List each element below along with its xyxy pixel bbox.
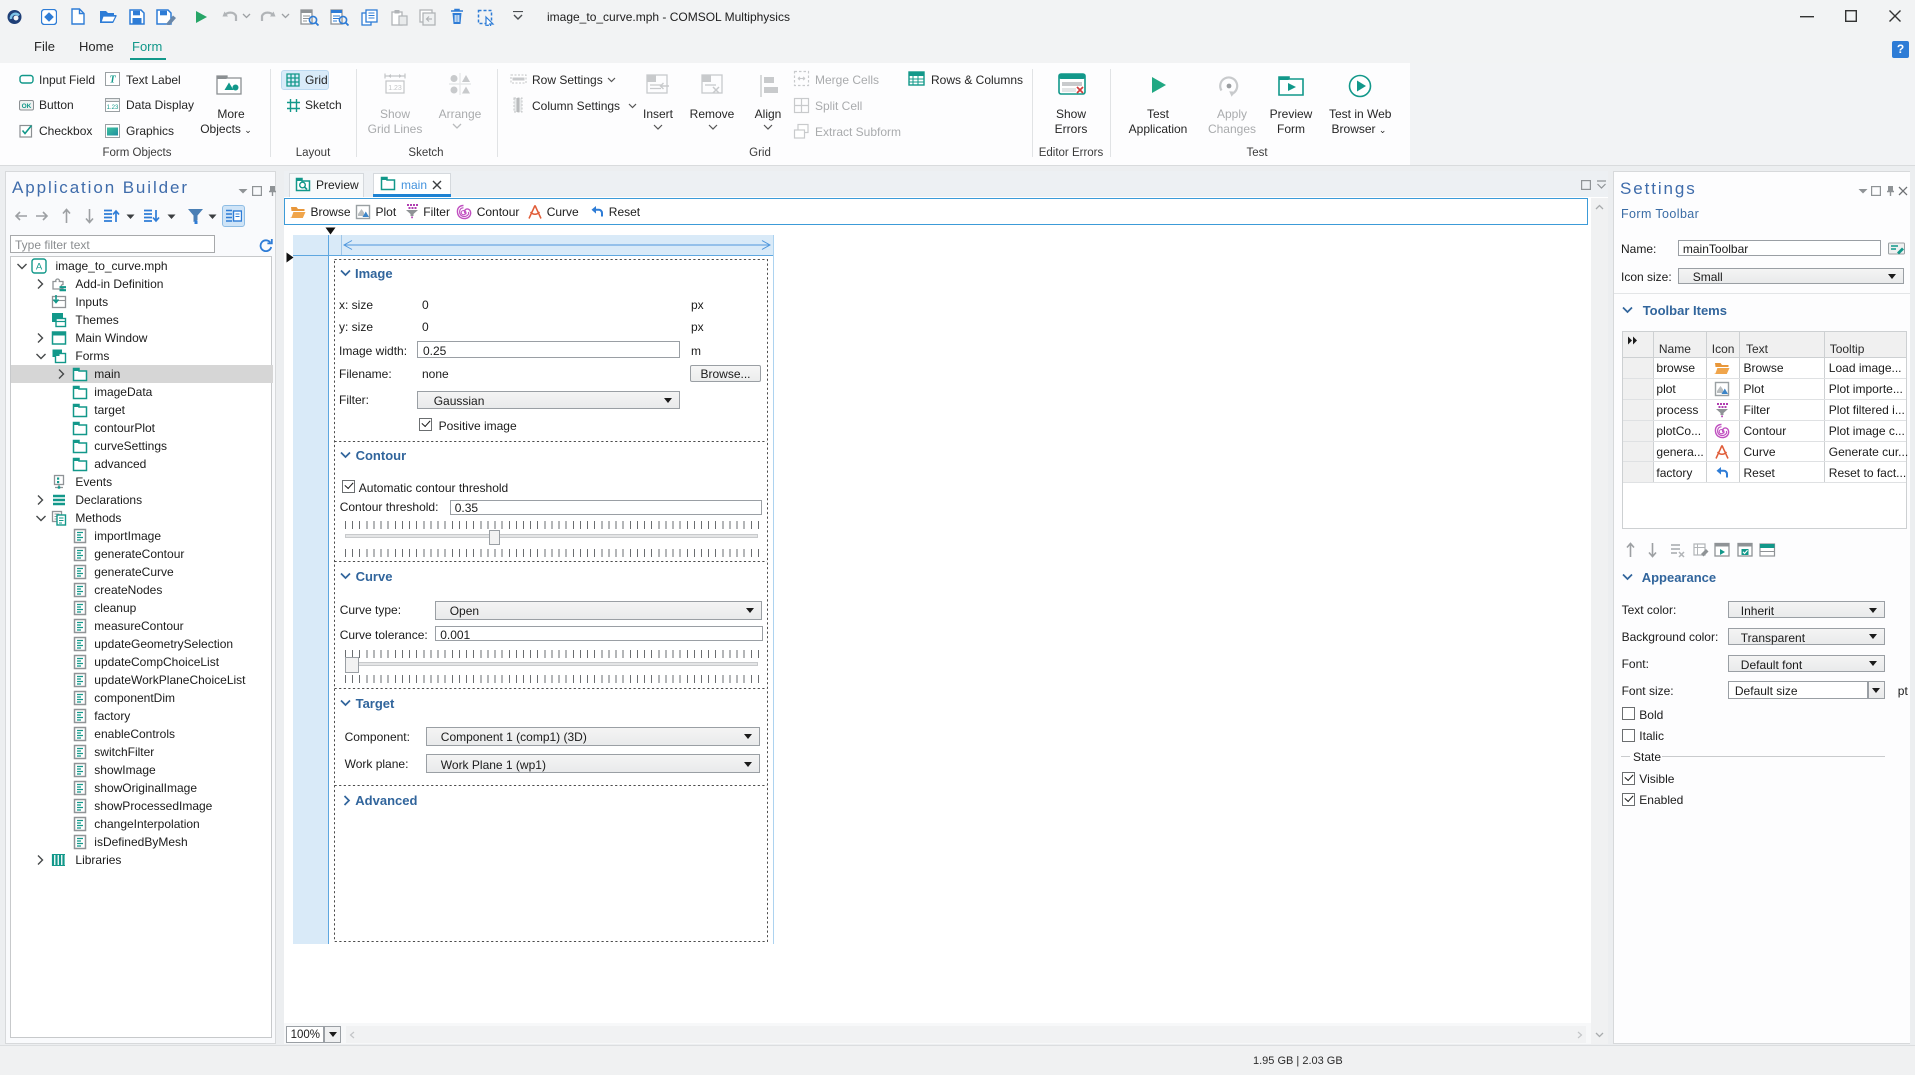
svg-text:1.23: 1.23 — [107, 105, 119, 111]
svg-text:OK: OK — [22, 103, 32, 110]
svg-text:1.23: 1.23 — [388, 85, 402, 92]
svg-text:T: T — [109, 75, 116, 86]
